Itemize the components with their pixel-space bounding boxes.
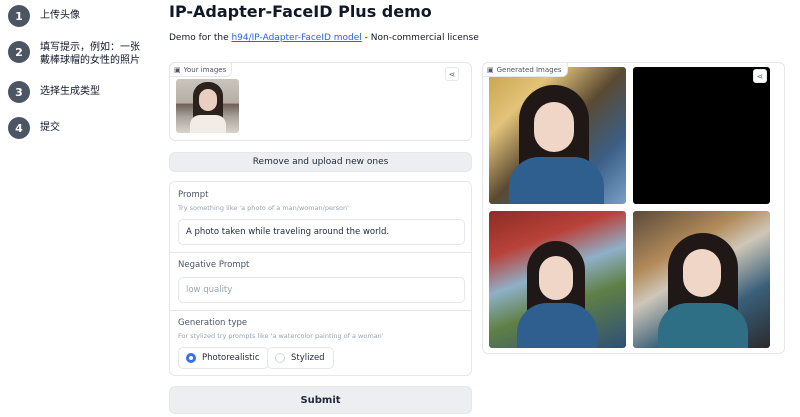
step-label: 提交: [40, 122, 60, 133]
step-label: 选择生成类型: [40, 86, 100, 97]
prompt-label: Prompt: [178, 190, 209, 200]
negative-prompt-input[interactable]: low quality: [178, 277, 465, 303]
settings-form: Prompt Try something like 'a photo of a …: [169, 181, 472, 376]
generated-image-1[interactable]: [489, 67, 626, 204]
divider: [170, 252, 471, 253]
generation-type-label: Generation type: [178, 318, 248, 328]
radio-indicator: [275, 353, 285, 363]
radio-photorealistic[interactable]: Photorealistic: [178, 347, 269, 369]
radio-stylized[interactable]: Stylized: [267, 347, 334, 369]
your-images-panel: ▣ Your images ⋖: [169, 62, 472, 141]
prompt-input[interactable]: A photo taken while traveling around the…: [178, 219, 465, 245]
generated-images-tag: ▣ Generated Images: [483, 63, 568, 77]
radio-selected-indicator: [186, 353, 196, 363]
uploaded-face-thumbnail[interactable]: [176, 79, 239, 133]
share-icon[interactable]: ⋖: [445, 67, 459, 81]
submit-button[interactable]: Submit: [169, 386, 472, 414]
steps-list: 1 上传头像 2 填写提示，例如：一张戴棒球帽的女性的照片 3 选择生成类型 4…: [8, 5, 158, 153]
page-subtitle: Demo for the h94/IP-Adapter-FaceID model…: [169, 33, 479, 43]
page: 1 上传头像 2 填写提示，例如：一张戴棒球帽的女性的照片 3 选择生成类型 4…: [0, 0, 800, 417]
generated-images-label: Generated Images: [496, 65, 562, 74]
generated-images-panel: ⋖ ▣ Generated Images: [482, 62, 785, 354]
page-title: IP-Adapter-FaceID Plus demo: [169, 2, 432, 21]
prompt-hint: Try something like 'a photo of a man/wom…: [178, 204, 349, 212]
generated-image-2[interactable]: ⋖: [633, 67, 770, 204]
step-label: 填写提示，例如：一张戴棒球帽的女性的照片: [40, 42, 140, 66]
step-4: 4 提交: [8, 117, 158, 139]
image-icon: ▣: [174, 65, 181, 74]
image-icon: ▣: [487, 65, 494, 74]
step-number: 1: [8, 5, 30, 27]
generated-image-4[interactable]: [633, 211, 770, 348]
your-images-label: Your images: [183, 65, 227, 74]
radio-label: Photorealistic: [202, 353, 260, 363]
radio-label: Stylized: [291, 353, 325, 363]
step-number: 4: [8, 117, 30, 139]
generation-type-hint: For stylized try prompts like 'a waterco…: [178, 332, 384, 340]
step-3: 3 选择生成类型: [8, 81, 158, 103]
negative-prompt-label: Negative Prompt: [178, 260, 250, 270]
step-number: 3: [8, 81, 30, 103]
share-icon[interactable]: ⋖: [753, 69, 767, 83]
remove-upload-button[interactable]: Remove and upload new ones: [169, 152, 472, 172]
generated-image-3[interactable]: [489, 211, 626, 348]
divider: [170, 310, 471, 311]
your-images-tag: ▣ Your images: [170, 63, 233, 77]
subtitle-prefix: Demo for the: [169, 33, 232, 43]
step-number: 2: [8, 41, 30, 63]
model-link[interactable]: h94/IP-Adapter-FaceID model: [231, 33, 361, 43]
step-1: 1 上传头像: [8, 5, 158, 27]
subtitle-suffix: - Non-commercial license: [361, 33, 479, 43]
step-label: 上传头像: [40, 10, 80, 21]
step-2: 2 填写提示，例如：一张戴棒球帽的女性的照片: [8, 41, 158, 67]
